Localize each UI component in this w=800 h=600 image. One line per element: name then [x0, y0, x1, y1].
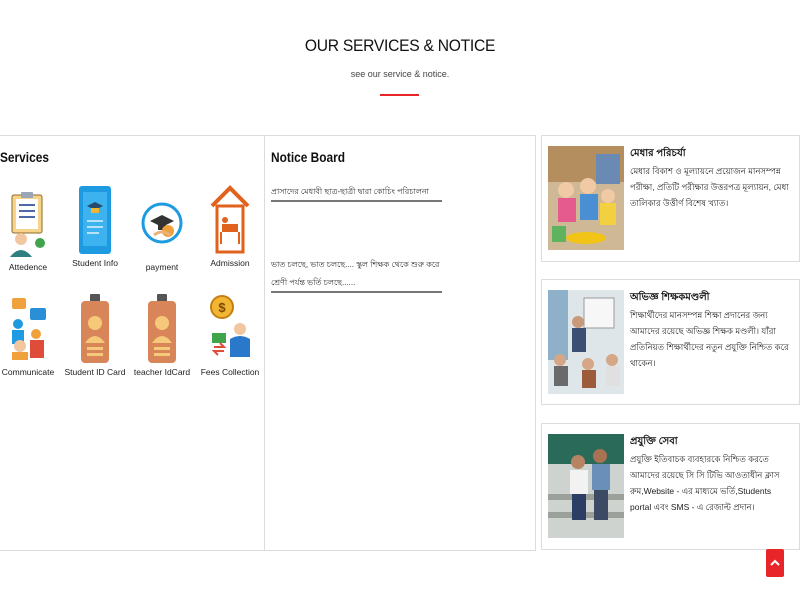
attendance-icon — [6, 188, 50, 260]
service-label: Admission — [210, 258, 250, 268]
notice-title: Notice Board — [271, 149, 346, 165]
service-label: Communicate — [1, 367, 55, 377]
svg-text:$: $ — [218, 300, 226, 315]
service-label: Fees Collection — [200, 367, 260, 377]
card-text: শিক্ষার্থীদের মানসম্পন্ন শিক্ষা প্রদানের… — [630, 310, 789, 368]
notice-item[interactable]: প্রাসাদের মেধাবী ছাত্র-ছাত্রী দ্বারা কোচ… — [271, 183, 442, 201]
title-underline — [380, 94, 419, 96]
service-payment[interactable]: payment — [130, 188, 194, 272]
feature-photo-children — [548, 146, 624, 250]
notice-divider — [271, 200, 442, 202]
feature-card: প্রযুক্তি সেবা প্রযুক্তি ইতিবাচক ব্যবহার… — [541, 423, 800, 550]
payment-icon — [140, 188, 184, 260]
service-attendance[interactable]: Attedence — [0, 188, 60, 272]
card-title: মেধার পরিচর্যা — [630, 148, 686, 159]
service-admission[interactable]: Admission — [198, 184, 262, 268]
card-title: প্রযুক্তি সেবা — [630, 436, 678, 447]
chevron-up-icon — [770, 559, 780, 566]
card-text: প্রযুক্তি ইতিবাচক ব্যবহারকে নিশ্চিত করতে… — [630, 454, 780, 512]
section-subtitle: see our service & notice. — [350, 69, 450, 79]
feature-photo-teachers — [548, 290, 624, 394]
admission-icon — [208, 184, 252, 256]
services-title: Services — [0, 149, 49, 165]
student-info-icon — [73, 184, 117, 256]
card-title: অভিজ্ঞ শিক্ষকমণ্ডলী — [630, 292, 710, 303]
section-title: OUR SERVICES & NOTICE — [304, 36, 496, 55]
service-label: Attedence — [8, 262, 48, 272]
fees-collection-icon: $ — [208, 293, 252, 365]
service-communicate[interactable]: Communicate — [0, 293, 60, 377]
service-teacher-id-card[interactable]: teacher IdCard — [130, 293, 194, 377]
service-fees-collection[interactable]: $ Fees Collection — [198, 293, 262, 377]
feature-card: অভিজ্ঞ শিক্ষকমণ্ডলী শিক্ষার্থীদের মানসম্… — [541, 279, 800, 405]
service-label: teacher IdCard — [133, 367, 191, 377]
notice-divider — [271, 291, 442, 293]
teacher-id-card-icon — [140, 293, 184, 365]
service-student-id-card[interactable]: Student ID Card — [63, 293, 127, 377]
feature-photo-students — [548, 434, 624, 538]
service-label: Student Info — [72, 258, 118, 268]
scroll-to-top-button[interactable] — [766, 549, 784, 577]
service-label: payment — [145, 262, 179, 272]
feature-card: মেধার পরিচর্যা মেধার বিকাশ ও মূল্যায়নে … — [541, 135, 800, 262]
notice-item[interactable]: ভাত চলছে, ভাত চলছে.... স্কুল শিক্ষক থেকে… — [271, 256, 442, 292]
card-text: মেধার বিকাশ ও মূল্যায়নে প্রয়োজন মানসম্… — [630, 166, 789, 208]
student-id-card-icon — [73, 293, 117, 365]
service-student-info[interactable]: Student Info — [63, 184, 127, 268]
communicate-icon — [6, 293, 50, 365]
service-label: Student ID Card — [64, 367, 126, 377]
